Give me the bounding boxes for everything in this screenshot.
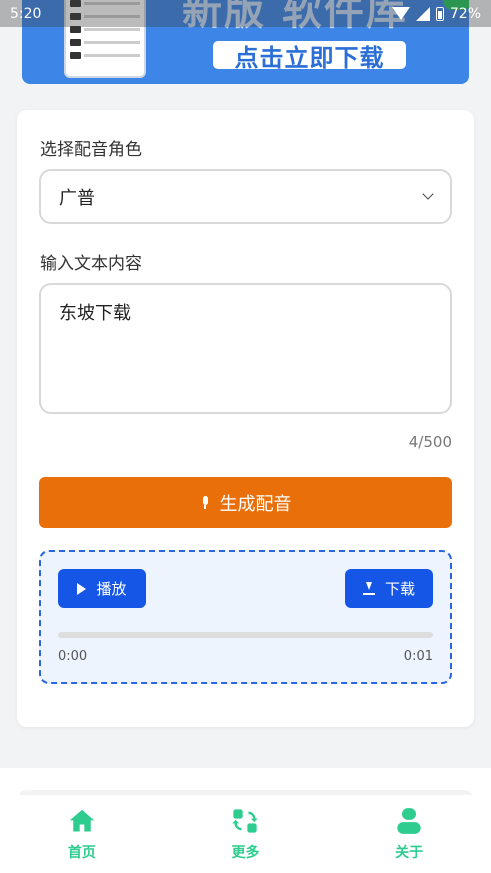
download-button-label: 下载 <box>384 580 415 598</box>
generate-dubbing-button[interactable]: 生成配音 <box>39 477 452 528</box>
play-icon <box>77 582 87 595</box>
role-select-value: 广普 <box>59 187 95 209</box>
tab-about[interactable]: 关于 <box>369 807 449 862</box>
banner-download-button[interactable]: 点击立即下载 <box>213 41 406 72</box>
battery-icon <box>435 6 444 21</box>
more-icon <box>232 808 259 833</box>
chevron-down-icon <box>422 188 434 200</box>
progress-bar[interactable] <box>58 632 433 638</box>
play-button[interactable]: 播放 <box>58 569 146 608</box>
current-time: 0:00 <box>58 649 88 664</box>
tab-more-label: 更多 <box>231 844 260 861</box>
play-button-label: 播放 <box>96 580 127 598</box>
text-label: 输入文本内容 <box>40 254 142 274</box>
home-icon <box>69 809 95 831</box>
duration-time: 0:01 <box>403 649 433 664</box>
wifi-icon <box>391 7 410 20</box>
role-select[interactable]: 广普 <box>39 169 452 224</box>
char-counter: 4/500 <box>408 433 452 451</box>
download-icon <box>362 582 375 595</box>
audio-player: 播放 下载 0:00 0:01 <box>39 550 452 684</box>
generate-button-label: 生成配音 <box>219 493 292 515</box>
about-icon <box>397 807 421 834</box>
tab-home[interactable]: 首页 <box>42 807 122 862</box>
text-input[interactable]: 东坡下载 <box>39 283 452 414</box>
download-button[interactable]: 下载 <box>345 569 433 608</box>
status-bar: 5:20 72% <box>0 0 491 27</box>
bottom-tab-bar: 首页 更多 关于 <box>0 795 491 873</box>
status-icons: 72% <box>391 5 481 22</box>
signal-icon <box>415 6 430 21</box>
tab-more[interactable]: 更多 <box>205 807 285 862</box>
dubbing-form-card: 选择配音角色 广普 输入文本内容 东坡下载 4/500 生成配音 播放 下载 0… <box>17 110 474 727</box>
role-label: 选择配音角色 <box>40 140 142 160</box>
battery-level: 72% <box>449 5 481 22</box>
tab-about-label: 关于 <box>395 844 424 861</box>
tab-home-label: 首页 <box>67 844 96 861</box>
microphone-icon <box>200 495 210 510</box>
status-time: 5:20 <box>10 5 42 22</box>
